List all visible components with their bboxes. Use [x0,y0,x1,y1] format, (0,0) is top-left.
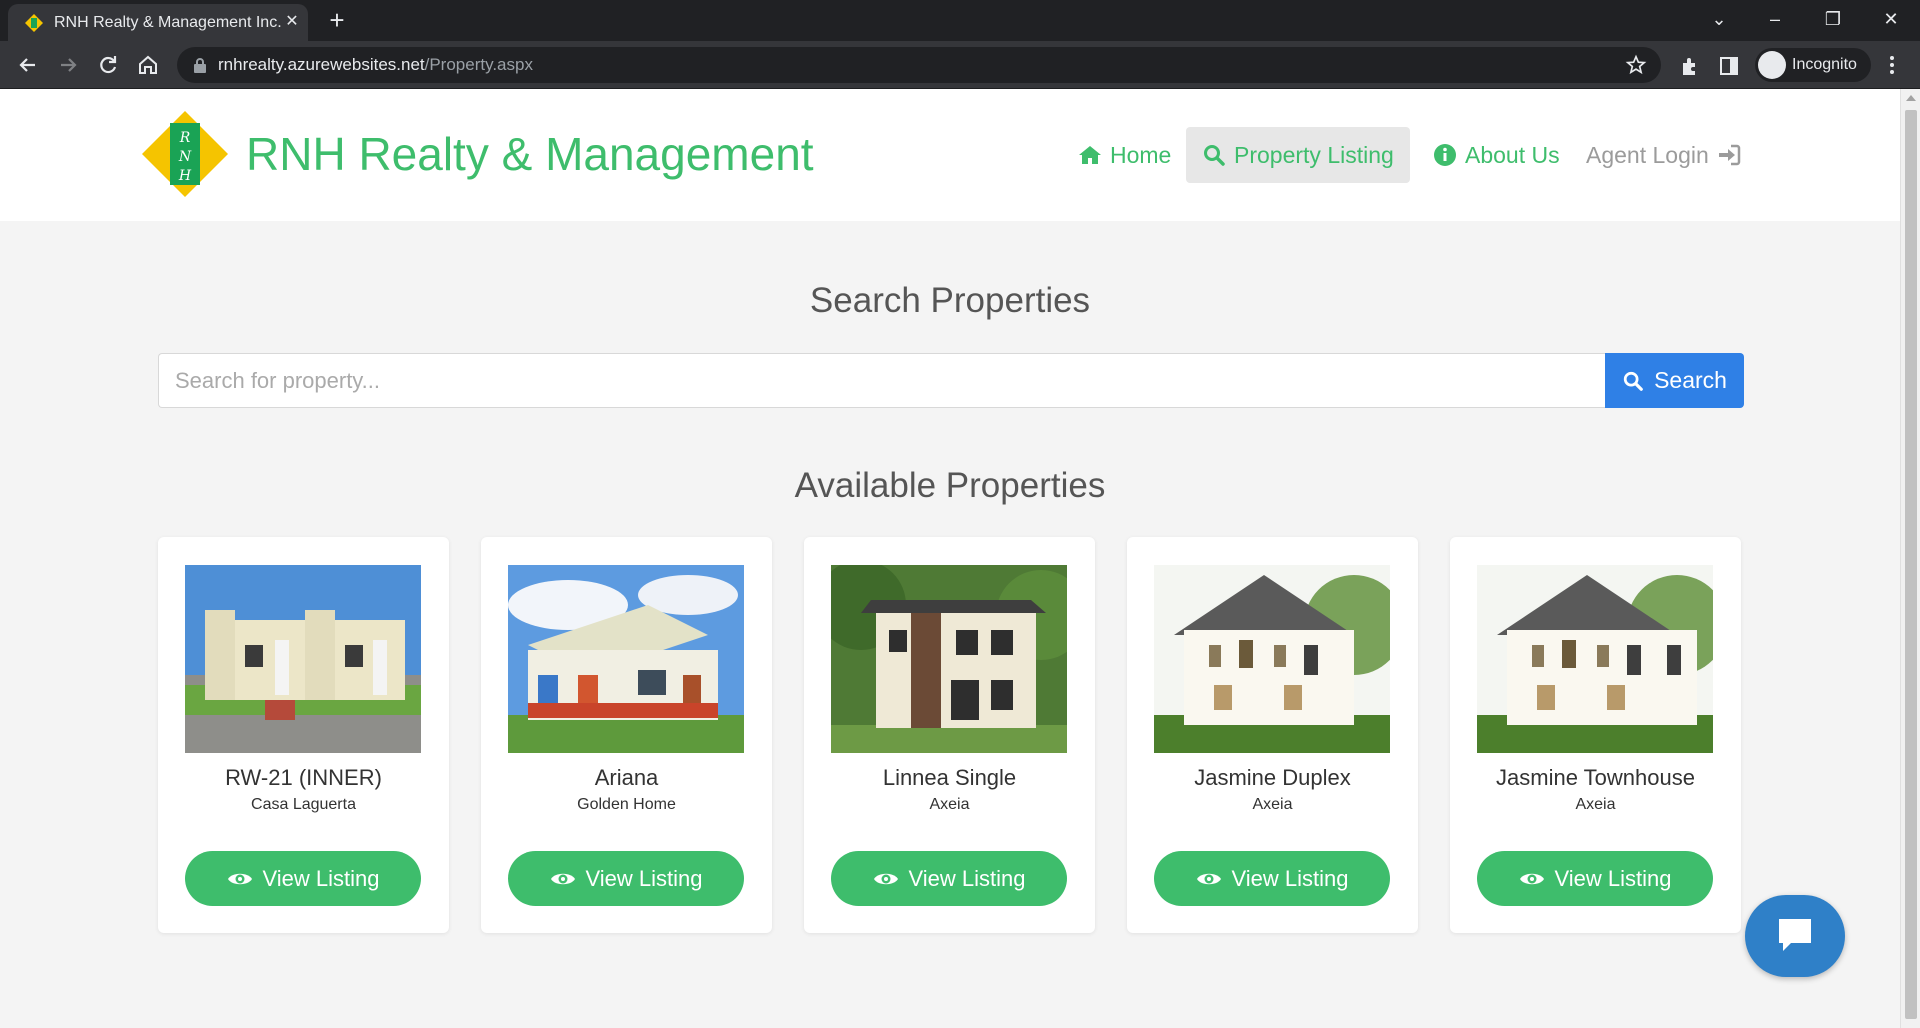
page-scrollbar[interactable] [1900,89,1920,1028]
property-card: Ariana Golden Home View Listing [481,537,772,933]
info-icon [1434,144,1456,166]
property-name: RW-21 (INNER) [225,765,382,790]
search-bar: Search [158,353,1744,408]
scrollbar-thumb[interactable] [1905,110,1917,1019]
chat-button[interactable] [1745,895,1845,977]
property-name: Jasmine Townhouse [1496,765,1695,790]
tab-title: RNH Realty & Management Inc. [54,14,282,31]
browser-menu-icon[interactable] [1880,53,1904,77]
scroll-up-arrow-icon[interactable] [1906,95,1916,101]
new-tab-icon[interactable]: + [325,7,349,33]
svg-text:N: N [178,149,192,165]
property-name: Ariana [594,765,659,790]
close-tab-icon[interactable]: ✕ [281,11,303,33]
nav-agent-login[interactable]: Agent Login [1586,127,1741,183]
tab-search-icon[interactable]: ⌄ [1699,4,1739,34]
nav-home[interactable]: Home [1078,127,1171,183]
property-card: Linnea Single Axeia View Listing [804,537,1095,933]
lock-icon [194,58,206,73]
close-window-icon[interactable]: ✕ [1871,4,1911,34]
search-icon [1204,145,1225,166]
eye-icon [550,873,575,884]
property-developer: Golden Home [577,796,676,813]
browser-toolbar: rnhrealty.azurewebsites.net/Property.asp… [0,41,1920,89]
eye-icon [1519,873,1544,884]
view-listing-button[interactable]: View Listing [1477,851,1713,906]
view-listing-button[interactable]: View Listing [1154,851,1390,906]
eye-icon [1196,873,1221,884]
eye-icon [227,873,252,884]
property-card: Jasmine Townhouse Axeia View Listing [1450,537,1741,933]
incognito-profile[interactable]: Incognito [1755,48,1871,82]
property-photo [185,565,421,753]
view-listing-button[interactable]: View Listing [185,851,421,906]
property-card: Jasmine Duplex Axeia View Listing [1127,537,1418,933]
back-icon[interactable] [14,51,42,79]
brand-title[interactable]: RNH Realty & Management [246,127,814,181]
available-properties-heading: Available Properties [794,466,1106,505]
property-developer: Axeia [929,796,970,813]
extensions-icon[interactable] [1679,55,1701,77]
bookmark-star-icon[interactable] [1625,54,1647,76]
property-developer: Axeia [1575,796,1616,813]
nav-property-listing[interactable]: Property Listing [1186,127,1410,183]
address-bar[interactable]: rnhrealty.azurewebsites.net/Property.asp… [177,47,1661,83]
site-header: R N H RNH Realty & Management Home Prope… [0,89,1900,221]
browser-tab[interactable]: RNH Realty & Management Inc. ✕ [8,4,308,41]
search-input[interactable] [158,353,1606,408]
browser-tabbar: RNH Realty & Management Inc. ✕ + ⌄ – ❐ ✕ [0,0,1920,41]
property-developer: Axeia [1252,796,1293,813]
property-name: Jasmine Duplex [1194,765,1351,790]
chat-icon [1779,919,1811,951]
url-text: rnhrealty.azurewebsites.net/Property.asp… [218,55,533,74]
home-browser-icon[interactable] [134,51,162,79]
svg-text:H: H [178,168,192,184]
incognito-icon [1758,51,1786,79]
property-photo [831,565,1067,753]
search-button-icon [1623,371,1643,391]
minimize-icon[interactable]: – [1755,4,1795,34]
svg-text:R: R [179,130,191,146]
eye-icon [873,873,898,884]
nav-about-us[interactable]: About Us [1433,127,1560,183]
view-listing-button[interactable]: View Listing [508,851,744,906]
search-heading: Search Properties [809,281,1091,320]
rnh-logo[interactable]: R N H [140,109,230,199]
property-card: RW-21 (INNER) Casa Laguerta View Listing [158,537,449,933]
home-icon [1079,146,1101,164]
side-panel-icon[interactable] [1718,55,1740,77]
favicon-icon [25,14,43,32]
view-listing-button[interactable]: View Listing [831,851,1067,906]
search-button[interactable]: Search [1605,353,1744,408]
property-photo [1154,565,1390,753]
forward-icon[interactable] [54,51,82,79]
restore-icon[interactable]: ❐ [1813,4,1853,34]
property-developer: Casa Laguerta [251,796,356,813]
sign-in-icon [1718,144,1741,166]
property-photo [1477,565,1713,753]
property-name: Linnea Single [882,765,1017,790]
reload-icon[interactable] [94,51,122,79]
property-photo [508,565,744,753]
page-viewport: R N H RNH Realty & Management Home Prope… [0,89,1900,1028]
